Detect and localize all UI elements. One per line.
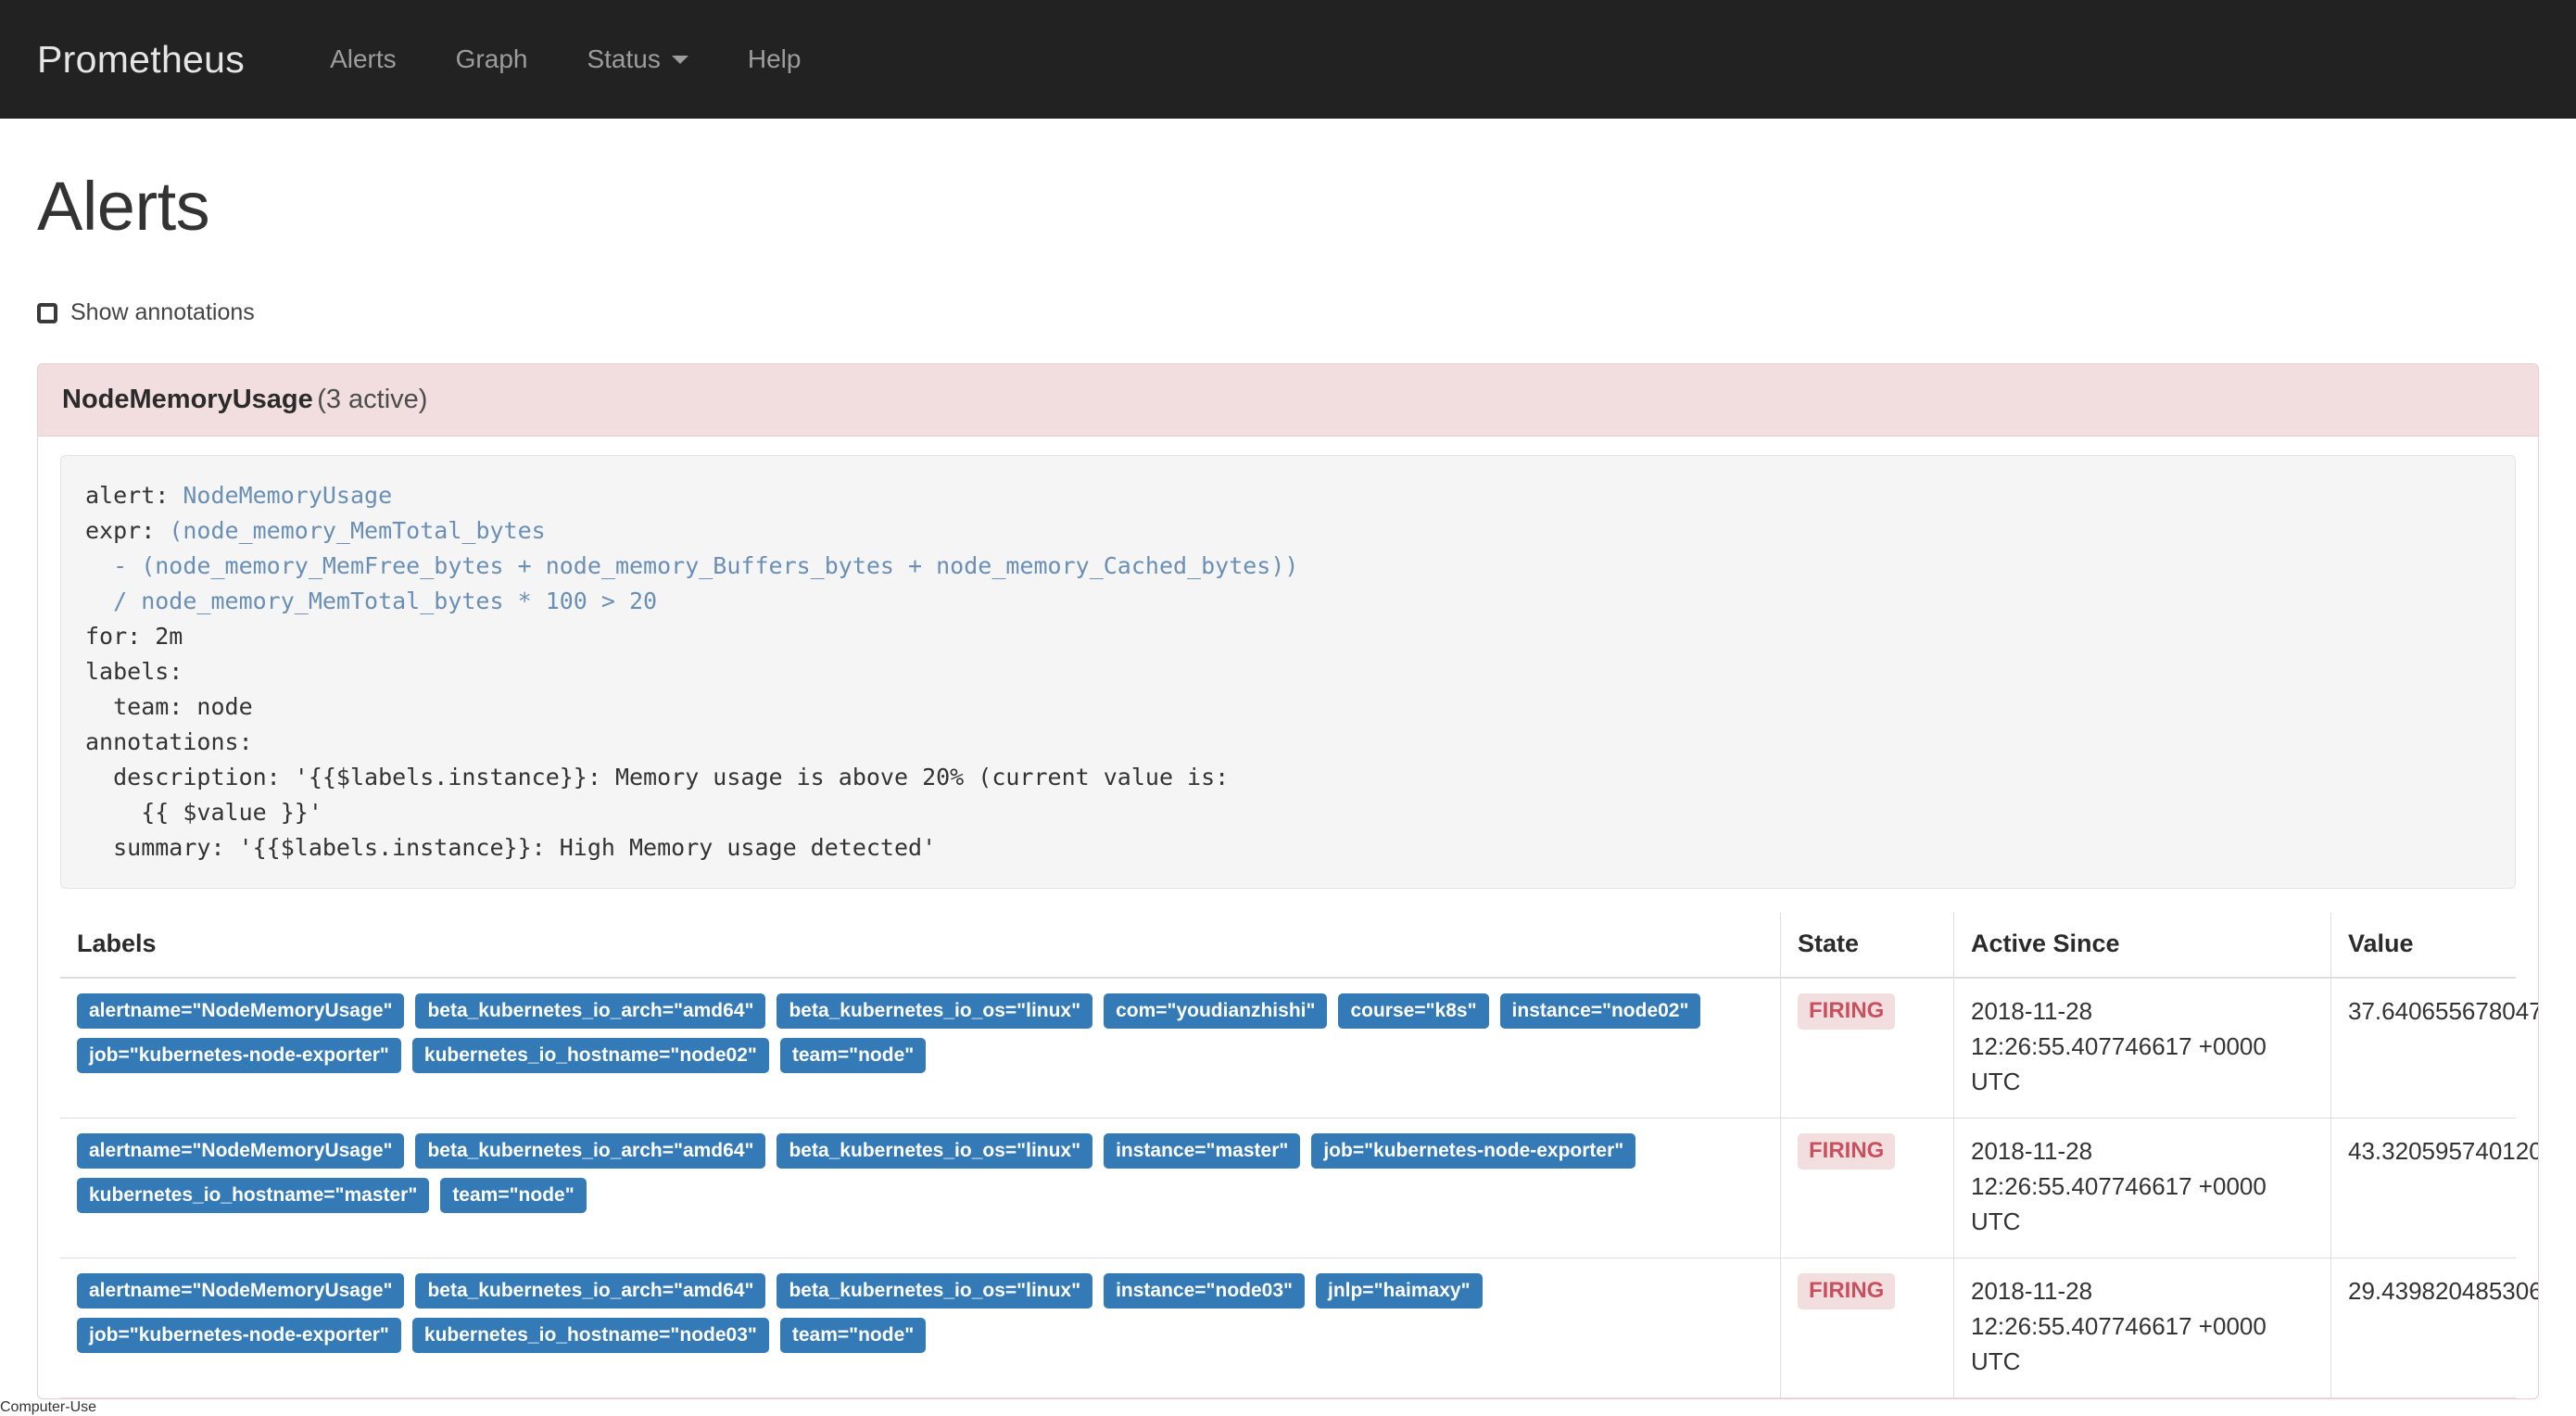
- alerts-table-head: Labels State Active Since Value: [60, 913, 2516, 979]
- status-badge: FIRING: [1798, 993, 1896, 1030]
- cell-value: 43.32059574012012: [2330, 1118, 2538, 1258]
- table-row: alertname="NodeMemoryUsage" beta_kubernet…: [60, 978, 2538, 1119]
- alert-group-count: (3 active): [317, 385, 428, 414]
- label-badge[interactable]: job="kubernetes-node-exporter": [1311, 1133, 1636, 1169]
- chevron-down-icon: [671, 55, 688, 64]
- cell-active-since: 2018-11-28 12:26:55.407746617 +0000 UTC: [1953, 978, 2331, 1119]
- alerts-table: Labels State Active Since Value alertnam…: [60, 913, 2538, 1398]
- label-badge[interactable]: beta_kubernetes_io_arch="amd64": [415, 1273, 766, 1309]
- cell-state: FIRING: [1780, 978, 1954, 1119]
- label-badge[interactable]: team="node": [779, 1038, 927, 1073]
- active-since-text: 2018-11-28 12:26:55.407746617 +0000 UTC: [1971, 1277, 2267, 1375]
- alert-rule-code: alert: NodeMemoryUsage expr: (node_memor…: [60, 455, 2516, 889]
- active-since-text: 2018-11-28 12:26:55.407746617 +0000 UTC: [1971, 997, 2267, 1095]
- nav-item-alerts-label: Alerts: [330, 44, 397, 73]
- label-badge[interactable]: beta_kubernetes_io_os="linux": [777, 1273, 1093, 1309]
- column-header-value: Value: [2330, 913, 2516, 979]
- alert-group-name: NodeMemoryUsage: [62, 385, 313, 414]
- show-annotations-toggle[interactable]: Show annotations: [37, 299, 255, 326]
- label-badge[interactable]: alertname="NodeMemoryUsage": [77, 993, 405, 1029]
- nav-item-graph-label: Graph: [455, 44, 528, 73]
- show-annotations-checkbox[interactable]: [37, 302, 57, 323]
- label-badge[interactable]: alertname="NodeMemoryUsage": [77, 1133, 405, 1169]
- label-badge-list: alertname="NodeMemoryUsage" beta_kubernet…: [77, 993, 1763, 1073]
- nav-item-help[interactable]: Help: [718, 44, 831, 74]
- table-row: alertname="NodeMemoryUsage" beta_kubernet…: [60, 1118, 2538, 1258]
- nav-links: Alerts Graph Status Help: [300, 44, 830, 74]
- nav-item-help-label: Help: [747, 44, 802, 73]
- page-title: Alerts: [37, 168, 210, 245]
- cell-active-since: 2018-11-28 12:26:55.407746617 +0000 UTC: [1953, 1258, 2331, 1398]
- navbar: Prometheus Alerts Graph Status Help: [0, 0, 2576, 119]
- active-since-text: 2018-11-28 12:26:55.407746617 +0000 UTC: [1971, 1137, 2267, 1235]
- alert-value-text: 37.64065567804747: [2348, 997, 2538, 1025]
- label-badge[interactable]: kubernetes_io_hostname="master": [77, 1178, 430, 1213]
- main-content: Alerts Show annotations NodeMemoryUsage …: [0, 167, 2576, 1399]
- table-row: alertname="NodeMemoryUsage" beta_kubernet…: [60, 1258, 2538, 1398]
- label-badge[interactable]: job="kubernetes-node-exporter": [77, 1318, 401, 1353]
- label-badge[interactable]: course="k8s": [1338, 993, 1489, 1029]
- label-badge[interactable]: beta_kubernetes_io_os="linux": [777, 1133, 1093, 1169]
- cell-value: 29.43982048530683: [2330, 1258, 2538, 1398]
- alert-value-text: 43.32059574012012: [2348, 1137, 2538, 1165]
- label-badge[interactable]: instance="node03": [1104, 1273, 1305, 1309]
- alert-value-text: 29.43982048530683: [2348, 1277, 2538, 1305]
- label-badge[interactable]: kubernetes_io_hostname="node02": [411, 1038, 769, 1073]
- label-badge[interactable]: beta_kubernetes_io_os="linux": [777, 993, 1093, 1029]
- cell-active-since: 2018-11-28 12:26:55.407746617 +0000 UTC: [1953, 1118, 2331, 1258]
- label-badge[interactable]: team="node": [440, 1178, 587, 1213]
- label-badge[interactable]: team="node": [779, 1318, 927, 1353]
- alert-group-body: alert: NodeMemoryUsage expr: (node_memor…: [38, 436, 2538, 1398]
- nav-item-status[interactable]: Status: [557, 44, 717, 74]
- label-badge[interactable]: beta_kubernetes_io_arch="amd64": [415, 1133, 766, 1169]
- nav-item-status-label: Status: [587, 44, 661, 73]
- alert-rule-code-text: alert: NodeMemoryUsage expr: (node_memor…: [85, 482, 1299, 861]
- label-badge[interactable]: com="youdianzhishi": [1104, 993, 1328, 1029]
- nav-item-alerts[interactable]: Alerts: [300, 44, 426, 74]
- label-badge[interactable]: beta_kubernetes_io_arch="amd64": [415, 993, 766, 1029]
- cell-labels: alertname="NodeMemoryUsage" beta_kubernet…: [60, 1258, 1781, 1398]
- cell-state: FIRING: [1780, 1258, 1954, 1398]
- column-header-state: State: [1780, 913, 1954, 979]
- label-badge[interactable]: instance="master": [1104, 1133, 1301, 1169]
- cell-labels: alertname="NodeMemoryUsage" beta_kubernet…: [60, 1118, 1781, 1258]
- cell-state: FIRING: [1780, 1118, 1954, 1258]
- label-badge[interactable]: kubernetes_io_hostname="node03": [411, 1318, 769, 1353]
- label-badge[interactable]: jnlp="haimaxy": [1315, 1273, 1483, 1309]
- brand-link[interactable]: Prometheus: [37, 38, 245, 82]
- nav-item-graph[interactable]: Graph: [426, 44, 558, 74]
- label-badge[interactable]: instance="node02": [1499, 993, 1701, 1029]
- cell-value: 37.64065567804747: [2330, 978, 2538, 1119]
- cell-labels: alertname="NodeMemoryUsage" beta_kubernet…: [60, 978, 1781, 1119]
- alerts-table-header-row: Labels State Active Since Value: [60, 913, 2516, 979]
- label-badge[interactable]: alertname="NodeMemoryUsage": [77, 1273, 405, 1309]
- column-header-labels: Labels: [60, 913, 1781, 979]
- label-badge-list: alertname="NodeMemoryUsage" beta_kubernet…: [77, 1273, 1763, 1353]
- alert-group-panel: NodeMemoryUsage (3 active) alert: NodeMe…: [37, 363, 2539, 1399]
- status-badge: FIRING: [1798, 1133, 1896, 1170]
- alert-group-header[interactable]: NodeMemoryUsage (3 active): [38, 364, 2538, 436]
- status-badge: FIRING: [1798, 1273, 1896, 1310]
- label-badge[interactable]: job="kubernetes-node-exporter": [77, 1038, 401, 1073]
- show-annotations-label: Show annotations: [70, 299, 255, 325]
- column-header-active-since: Active Since: [1953, 913, 2331, 979]
- alerts-table-body: alertname="NodeMemoryUsage" beta_kubernet…: [60, 978, 2538, 1398]
- label-badge-list: alertname="NodeMemoryUsage" beta_kubernet…: [77, 1133, 1763, 1213]
